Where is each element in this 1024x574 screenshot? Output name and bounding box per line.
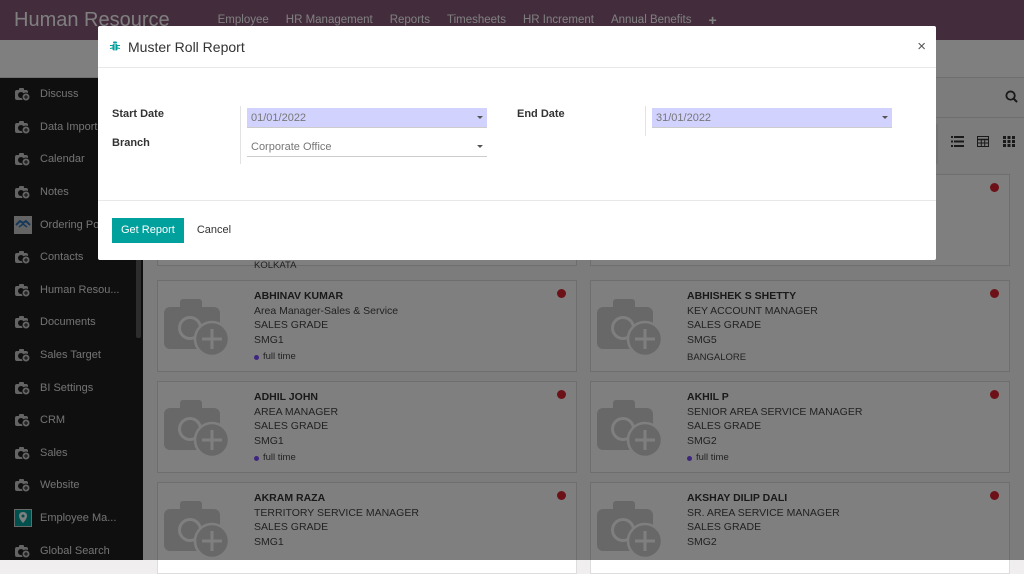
end-date-label: End Date — [517, 108, 565, 120]
start-date-field[interactable]: 01/01/2022 — [247, 108, 487, 128]
start-date-label: Start Date — [112, 108, 164, 120]
modal-title: Muster Roll Report — [128, 38, 245, 55]
end-date-field[interactable]: 31/01/2022 — [652, 108, 892, 128]
chevron-down-icon — [477, 145, 483, 148]
branch-label: Branch — [112, 137, 150, 149]
muster-roll-dialog: Muster Roll Report × Start Date Branch 0… — [98, 26, 936, 260]
modal-footer: Get Report Cancel — [98, 201, 936, 259]
modal-header: Muster Roll Report × — [98, 26, 936, 68]
chevron-down-icon — [882, 116, 888, 119]
cancel-button[interactable]: Cancel — [197, 224, 231, 236]
field-separator — [240, 106, 241, 164]
chevron-down-icon — [477, 116, 483, 119]
modal-body: Start Date Branch 01/01/2022 Corporate O… — [98, 68, 936, 201]
bug-icon — [109, 38, 121, 56]
field-separator — [645, 106, 646, 136]
branch-select[interactable]: Corporate Office — [247, 137, 487, 157]
start-date-value: 01/01/2022 — [251, 111, 307, 124]
branch-value: Corporate Office — [251, 140, 332, 153]
close-icon[interactable]: × — [917, 38, 926, 55]
get-report-button[interactable]: Get Report — [112, 217, 184, 243]
end-date-value: 31/01/2022 — [656, 111, 712, 124]
